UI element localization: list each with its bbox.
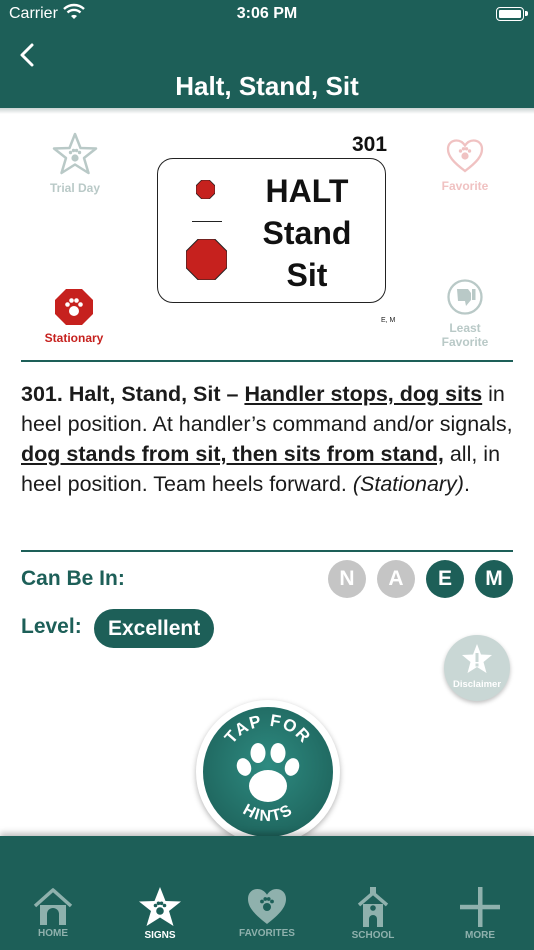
nav-shadow xyxy=(0,108,534,114)
description-end: . xyxy=(463,472,470,496)
stationary-label: Stationary xyxy=(44,331,104,345)
description-underline-2: dog stands from sit, then sits from stan… xyxy=(21,442,444,466)
clock: 3:06 PM xyxy=(236,5,298,22)
hints-top-text: TAP FOR xyxy=(221,711,315,747)
least-favorite-button[interactable]: Least Favorite xyxy=(428,278,502,349)
description-note: (Stationary) xyxy=(352,472,464,496)
home-icon xyxy=(33,888,73,925)
hints-bottom-text: HINTS xyxy=(240,801,296,825)
class-chip-novice: N xyxy=(328,560,366,598)
tab-school[interactable]: SCHOOL xyxy=(333,886,413,941)
heart-paw-icon xyxy=(446,139,484,173)
class-chip-excellent: E xyxy=(426,560,464,598)
sign-number: 301 xyxy=(352,133,388,156)
sign-line-2: Stand xyxy=(262,215,352,251)
tab-home[interactable]: HOME xyxy=(13,886,93,939)
tab-bar: HOME SIGNS FAVORITES SCHOOL MORE xyxy=(0,836,534,950)
class-chips: N A E M xyxy=(328,560,513,598)
small-stop-octagon-icon xyxy=(196,180,215,199)
back-chevron-icon[interactable] xyxy=(12,38,42,72)
tab-more[interactable]: MORE xyxy=(440,886,520,941)
favorite-label: Favorite xyxy=(441,179,489,193)
star-exclamation-icon xyxy=(462,644,492,673)
status-bar: Carrier 3:06 PM xyxy=(0,0,534,30)
large-stop-octagon-icon xyxy=(186,239,227,280)
trial-day-button[interactable]: Trial Day xyxy=(42,132,108,195)
star-icon xyxy=(139,887,181,926)
divider-bottom xyxy=(21,550,513,552)
tap-for-hints-button[interactable]: TAP FOR HINTS xyxy=(196,700,340,844)
trial-day-label: Trial Day xyxy=(49,181,101,195)
tab-home-label: HOME xyxy=(38,928,68,939)
tab-school-label: SCHOOL xyxy=(351,930,395,941)
sign-line-1: HALT xyxy=(265,173,349,209)
tab-favorites-label: FAVORITES xyxy=(239,928,295,939)
tab-signs-label: SIGNS xyxy=(144,930,176,941)
level-badge: Excellent xyxy=(94,609,215,648)
hints-badge: TAP FOR HINTS xyxy=(203,707,333,837)
disclaimer-label: Disclaimer xyxy=(452,679,502,690)
battery-icon xyxy=(496,7,528,21)
tab-favorites[interactable]: FAVORITES xyxy=(227,886,307,939)
plus-icon xyxy=(460,887,500,927)
tab-signs[interactable]: SIGNS xyxy=(120,886,200,941)
sign-line-3: Sit xyxy=(286,257,328,293)
sign-divider xyxy=(192,221,222,222)
disclaimer-button[interactable]: Disclaimer xyxy=(444,635,510,701)
class-chip-advanced: A xyxy=(377,560,415,598)
can-be-in-label: Can Be In: xyxy=(21,567,125,590)
tab-more-label: MORE xyxy=(465,930,495,941)
favorite-button[interactable]: Favorite xyxy=(432,138,498,193)
class-chip-master: M xyxy=(475,560,513,598)
hints-paw-icon: TAP FOR HINTS xyxy=(221,711,315,825)
nav-bar: Halt, Stand, Sit xyxy=(0,30,534,108)
description-underline-1: Handler stops, dog sits xyxy=(244,382,483,406)
least-favorite-label-1: Least xyxy=(449,321,481,335)
star-paw-icon xyxy=(52,132,98,175)
level-label: Level: xyxy=(21,615,82,638)
school-icon xyxy=(357,887,389,927)
description-lead: 301. Halt, Stand, Sit – xyxy=(21,382,245,406)
sign-description: 301. Halt, Stand, Sit – Handler stops, d… xyxy=(21,379,521,499)
stationary-button[interactable]: Stationary xyxy=(36,288,112,345)
page-title: Halt, Stand, Sit xyxy=(175,71,359,101)
stationary-stop-icon xyxy=(55,289,93,325)
sign-classes-tag: E, M xyxy=(381,317,396,324)
divider-top xyxy=(21,360,513,362)
sign-card: HALT Stand Sit xyxy=(157,158,386,303)
least-favorite-label-2: Favorite xyxy=(441,335,489,349)
heart-icon xyxy=(248,889,286,924)
thumbs-down-icon xyxy=(447,279,483,315)
